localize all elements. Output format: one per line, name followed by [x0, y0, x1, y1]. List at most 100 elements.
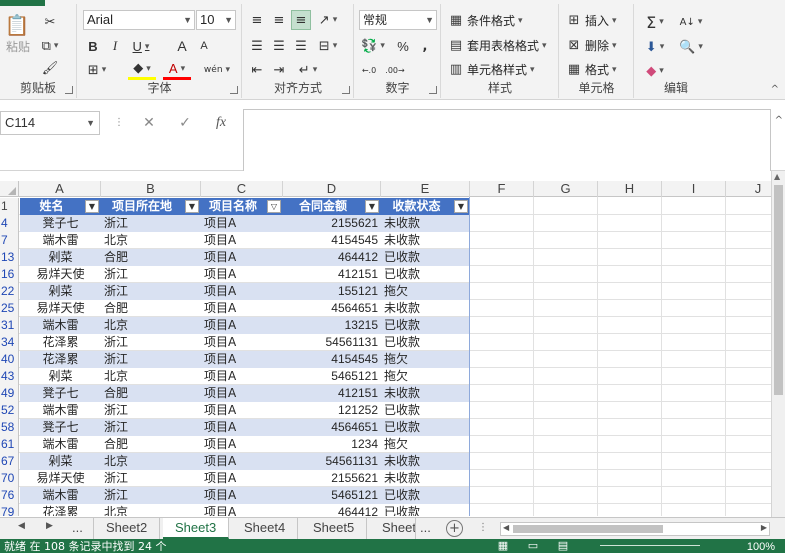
number-format-combo[interactable]: 常规 ▼: [359, 10, 437, 30]
prev-sheet-icon[interactable]: ◀: [18, 521, 25, 531]
cell-name[interactable]: 端木雷: [20, 436, 101, 453]
cell-amount[interactable]: 155121: [283, 283, 381, 300]
wrap-text-icon[interactable]: ↵: [295, 60, 321, 80]
row-header[interactable]: 1: [0, 198, 19, 215]
cell-amount[interactable]: 4154545: [283, 351, 381, 368]
italic-button[interactable]: I: [105, 36, 125, 56]
conditional-format-button[interactable]: ▦ 条件格式: [448, 12, 523, 29]
filter-dropdown-icon[interactable]: ▼: [365, 200, 379, 213]
cell-status[interactable]: 已收款: [381, 419, 470, 436]
orientation-icon[interactable]: ↗: [315, 10, 341, 30]
row-header[interactable]: 7: [0, 232, 19, 249]
comma-button[interactable]: ,: [415, 36, 435, 56]
cell-amount[interactable]: 54561131: [283, 334, 381, 351]
cell-project[interactable]: 项目A: [201, 368, 283, 385]
column-header-c[interactable]: C: [201, 181, 283, 197]
row-header[interactable]: 79: [0, 504, 19, 516]
cell-project[interactable]: 项目A: [201, 351, 283, 368]
row-header[interactable]: 76: [0, 487, 19, 504]
cell-place[interactable]: 北京: [101, 453, 201, 470]
cell-place[interactable]: 浙江: [101, 487, 201, 504]
cell-name[interactable]: 花泽累: [20, 351, 101, 368]
name-box[interactable]: C114 ▼: [0, 111, 100, 135]
cell-amount[interactable]: 121252: [283, 402, 381, 419]
sheet-tab-sheet5[interactable]: Sheet5: [301, 518, 368, 539]
row-header[interactable]: 25: [0, 300, 19, 317]
cell-status[interactable]: 未收款: [381, 385, 470, 402]
number-launcher-icon[interactable]: [429, 86, 437, 94]
cell-amount[interactable]: 5465121: [283, 487, 381, 504]
shrink-font-button[interactable]: A: [194, 36, 214, 56]
cell-status[interactable]: 未收款: [381, 300, 470, 317]
column-header-i[interactable]: I: [662, 181, 726, 197]
horizontal-scroll-thumb[interactable]: [513, 525, 663, 533]
row-header[interactable]: 58: [0, 419, 19, 436]
collapse-ribbon-icon[interactable]: ^: [771, 84, 779, 95]
cell-status[interactable]: 已收款: [381, 266, 470, 283]
cell-place[interactable]: 北京: [101, 368, 201, 385]
cell-amount[interactable]: 4564651: [283, 419, 381, 436]
cell-place[interactable]: 北京: [101, 232, 201, 249]
cell-place[interactable]: 北京: [101, 504, 201, 516]
cell-amount[interactable]: 54561131: [283, 453, 381, 470]
sheet-tab-sheet2[interactable]: Sheet2: [94, 518, 161, 539]
row-header[interactable]: 22: [0, 283, 19, 300]
column-header-b[interactable]: B: [101, 181, 201, 197]
cell-amount[interactable]: 2155621: [283, 470, 381, 487]
cell-status[interactable]: 已收款: [381, 249, 470, 266]
cell-amount[interactable]: 412151: [283, 385, 381, 402]
sheet-tab-sheet6[interactable]: Sheet: [370, 518, 416, 539]
cell-status[interactable]: 已收款: [381, 487, 470, 504]
cell-status[interactable]: 拖欠: [381, 351, 470, 368]
cell-name[interactable]: 剁菜: [20, 249, 101, 266]
filter-dropdown-icon[interactable]: ▼: [85, 200, 99, 213]
cell-project[interactable]: 项目A: [201, 232, 283, 249]
cell-amount[interactable]: 4154545: [283, 232, 381, 249]
cell-place[interactable]: 北京: [101, 317, 201, 334]
underline-button[interactable]: U: [127, 36, 155, 56]
column-header-g[interactable]: G: [534, 181, 598, 197]
align-center-icon[interactable]: ☰: [269, 36, 289, 56]
format-cells-button[interactable]: ▦ 格式: [566, 61, 617, 78]
cell-amount[interactable]: 1234: [283, 436, 381, 453]
cell-place[interactable]: 浙江: [101, 351, 201, 368]
cell-project[interactable]: 项目A: [201, 334, 283, 351]
scroll-left-icon[interactable]: ◀: [503, 523, 509, 532]
insert-function-icon[interactable]: fx: [210, 113, 232, 133]
column-header-e[interactable]: E: [381, 181, 470, 197]
grow-font-button[interactable]: A: [172, 36, 192, 56]
insert-cells-button[interactable]: ⊞ 插入: [566, 12, 617, 29]
cell-place[interactable]: 浙江: [101, 402, 201, 419]
page-layout-icon[interactable]: ▭: [518, 539, 548, 553]
filter-active-icon[interactable]: ▽: [267, 200, 281, 213]
copy-icon[interactable]: ⧉: [40, 36, 60, 56]
cell-place[interactable]: 合肥: [101, 249, 201, 266]
font-launcher-icon[interactable]: [230, 86, 238, 94]
cell-place[interactable]: 浙江: [101, 215, 201, 232]
cell-project[interactable]: 项目A: [201, 419, 283, 436]
vertical-scrollbar[interactable]: ▲: [771, 171, 785, 517]
column-header-h[interactable]: H: [598, 181, 662, 197]
cell-status[interactable]: 已收款: [381, 504, 470, 516]
decrease-indent-icon[interactable]: ⇤: [247, 60, 267, 80]
align-top-icon[interactable]: ≡: [247, 10, 267, 30]
cell-amount[interactable]: 2155621: [283, 215, 381, 232]
row-header[interactable]: 40: [0, 351, 19, 368]
font-name-combo[interactable]: Arial ▼: [83, 10, 195, 30]
cancel-icon[interactable]: ✕: [138, 113, 160, 133]
cell-place[interactable]: 合肥: [101, 436, 201, 453]
cell-project[interactable]: 项目A: [201, 300, 283, 317]
header-cell-name[interactable]: 姓名 ▼: [20, 198, 101, 215]
row-header[interactable]: 67: [0, 453, 19, 470]
cell-place[interactable]: 浙江: [101, 419, 201, 436]
cell-place[interactable]: 合肥: [101, 300, 201, 317]
clipboard-launcher-icon[interactable]: [65, 86, 73, 94]
cell-name[interactable]: 花泽累: [20, 504, 101, 516]
cell-name[interactable]: 端木雷: [20, 402, 101, 419]
cell-project[interactable]: 项目A: [201, 504, 283, 516]
add-sheet-icon[interactable]: +: [446, 520, 463, 537]
cell-amount[interactable]: 5465121: [283, 368, 381, 385]
cell-project[interactable]: 项目A: [201, 249, 283, 266]
scroll-right-icon[interactable]: ▶: [761, 523, 767, 532]
cell-status[interactable]: 拖欠: [381, 283, 470, 300]
